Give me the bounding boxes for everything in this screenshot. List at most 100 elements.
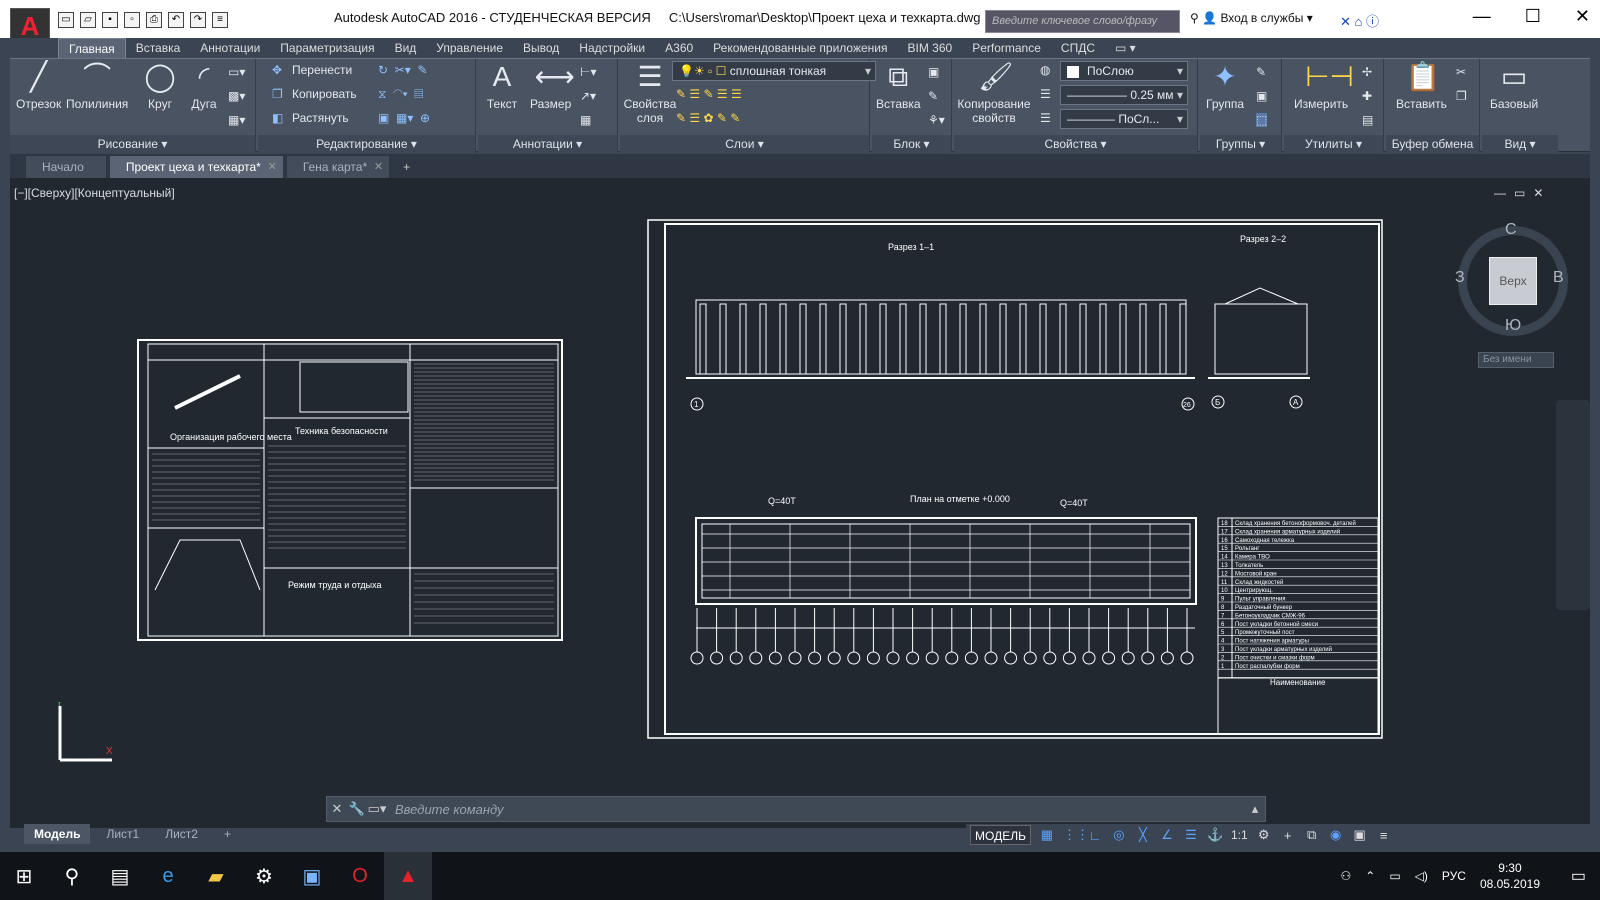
osnap-icon[interactable]: ╳: [1135, 827, 1151, 843]
navigation-bar[interactable]: [1556, 400, 1590, 610]
dimension-tool-button[interactable]: ⟷ Размер: [530, 61, 575, 111]
measure-button[interactable]: ⊢⊣ Измерить: [1294, 61, 1354, 111]
customize-icon[interactable]: ≡: [1376, 828, 1392, 843]
ribbon-tab[interactable]: A360: [655, 38, 703, 58]
hatch-icon[interactable]: ▩▾: [228, 89, 245, 103]
language-indicator[interactable]: РУС: [1442, 869, 1466, 883]
print-icon[interactable]: ⎙: [146, 12, 162, 28]
search-input[interactable]: Введите ключевое слово/фразу: [985, 10, 1180, 33]
isolate-icon[interactable]: ⧉: [1304, 827, 1320, 843]
help-icon[interactable]: ⓘ: [1366, 14, 1379, 29]
annotation-icon[interactable]: ⚓: [1207, 827, 1223, 843]
viewcube-north[interactable]: С: [1505, 221, 1517, 239]
match-properties-button[interactable]: 🖌 Копирование свойств: [956, 61, 1032, 125]
ribbon-tab[interactable]: Главная: [58, 38, 126, 58]
mirror-icon[interactable]: ⧖ ◠▾ ▤: [378, 87, 423, 102]
ribbon-tab[interactable]: Рекомендованные приложения: [703, 38, 897, 58]
block-attr-icon[interactable]: ⚘▾: [928, 113, 945, 127]
linear-dim-icon[interactable]: ⊢▾: [580, 65, 596, 79]
group-button[interactable]: ✦ Группа: [1206, 61, 1244, 111]
save-as-icon[interactable]: ▫: [124, 12, 140, 28]
a360-icon[interactable]: ⌂: [1355, 14, 1363, 29]
layer-combo[interactable]: 💡☀ ▫ ☐ сплошная тонкая: [672, 61, 876, 81]
cmd-history-icon[interactable]: ▴: [1245, 801, 1265, 817]
panel-label[interactable]: Свойства ▾: [954, 135, 1197, 153]
panel-label[interactable]: Рисование ▾: [10, 135, 255, 153]
layout-tab-model[interactable]: Модель: [24, 824, 91, 844]
polar-icon[interactable]: ◎: [1111, 827, 1127, 843]
layout-tab-sheet2[interactable]: Лист2: [155, 824, 208, 844]
redo-icon[interactable]: ↷: [190, 12, 206, 28]
paste-button[interactable]: 📋 Вставить: [1396, 61, 1447, 111]
clean-screen-icon[interactable]: ▣: [1352, 827, 1368, 843]
viewcube-top-face[interactable]: Верх: [1489, 257, 1537, 305]
copy-clip-icon[interactable]: ❐: [1456, 89, 1467, 103]
gradient-icon[interactable]: ▦▾: [228, 113, 245, 127]
layout-tab-sheet1[interactable]: Лист1: [96, 824, 149, 844]
save-icon[interactable]: ▪: [102, 12, 118, 28]
layer-tools-icon[interactable]: ✎ ☰ ✎ ☰ ☰: [676, 87, 742, 101]
login-button[interactable]: ⚲ 👤 Вход в службы ▾: [1190, 11, 1313, 25]
close-cmd-icon[interactable]: ✕: [327, 801, 347, 817]
network-icon[interactable]: ▭: [1389, 869, 1400, 883]
ribbon-tab[interactable]: Аннотации: [190, 38, 270, 58]
ribbon-minimize-icon[interactable]: ▭ ▾: [1105, 38, 1146, 58]
clock[interactable]: 9:30 08.05.2019: [1480, 860, 1540, 892]
panel-label[interactable]: Буфер обмена: [1386, 135, 1479, 153]
doc-tab-gena[interactable]: Гена карта* ✕: [286, 156, 390, 178]
scale-icon[interactable]: ▣ ▦▾ ⊕: [378, 111, 430, 125]
qat-menu-icon[interactable]: ≡: [212, 12, 228, 28]
minimize-icon[interactable]: —: [1473, 6, 1491, 27]
panel-label[interactable]: Вид ▾: [1482, 135, 1558, 153]
ribbon-tab[interactable]: Управление: [426, 38, 513, 58]
calculator-icon[interactable]: ▤: [1362, 113, 1373, 127]
panel-label[interactable]: Редактирование ▾: [258, 135, 475, 153]
block-create-icon[interactable]: ▣: [928, 65, 939, 79]
volume-icon[interactable]: ◁): [1415, 869, 1428, 883]
base-view-button[interactable]: ▭ Базовый: [1490, 61, 1538, 111]
lineweight-combo[interactable]: ————— 0.25 мм: [1060, 85, 1188, 105]
settings-icon[interactable]: ⚙: [1256, 827, 1272, 843]
exchange-icon[interactable]: ✕: [1340, 14, 1351, 29]
viewcube-south[interactable]: Ю: [1505, 317, 1521, 335]
close-tab-icon[interactable]: ✕: [268, 156, 277, 178]
point-icon[interactable]: ✢: [1362, 65, 1372, 79]
insert-block-button[interactable]: ⧉ Вставка: [876, 61, 921, 111]
autocad-taskbar-icon[interactable]: ▲: [384, 852, 432, 900]
notifications-icon[interactable]: ▭: [1571, 866, 1586, 886]
doc-tab-project[interactable]: Проект цеха и техкарта* ✕: [109, 156, 283, 178]
search-icon[interactable]: ⚲: [48, 852, 96, 900]
viewcube[interactable]: Верх С Ю З В: [1455, 221, 1568, 336]
drawing-canvas[interactable]: Организация рабочего места Техника безоп…: [10, 178, 1590, 828]
computer-icon[interactable]: ▣: [288, 852, 336, 900]
panel-label[interactable]: Утилиты ▾: [1284, 135, 1383, 153]
cut-icon[interactable]: ✂: [1456, 65, 1466, 79]
viewport-controls-label[interactable]: [−][Сверху][Концептуальный]: [14, 186, 175, 200]
polyline-tool-button[interactable]: ⌒ Полилиния: [66, 61, 128, 111]
panel-label[interactable]: Аннотации ▾: [478, 135, 617, 153]
rotate-icon[interactable]: ↻ ✂▾ ✎: [378, 63, 428, 77]
opera-icon[interactable]: O: [336, 852, 384, 900]
linetype-combo[interactable]: ———— ПоСл...: [1060, 109, 1188, 129]
color-combo[interactable]: ПоСлою: [1060, 61, 1188, 81]
line-tool-button[interactable]: ╱ Отрезок: [16, 61, 61, 111]
snap-icon[interactable]: ⋮⋮: [1063, 827, 1089, 843]
add-layout-button[interactable]: +: [214, 824, 241, 844]
ribbon-tab[interactable]: Вставка: [126, 38, 191, 58]
viewcube-east[interactable]: В: [1553, 269, 1564, 287]
viewport-window-controls[interactable]: —▭✕: [1494, 186, 1551, 200]
edge-icon[interactable]: e: [144, 852, 192, 900]
close-tab-icon[interactable]: ✕: [374, 156, 383, 178]
panel-label[interactable]: Блок ▾: [872, 135, 951, 153]
start-icon[interactable]: ⊞: [0, 852, 48, 900]
plus-icon[interactable]: +: [1280, 828, 1296, 843]
circle-tool-button[interactable]: ◯ Круг: [144, 61, 176, 111]
lineweight-icon[interactable]: ☰: [1040, 87, 1051, 101]
layer-properties-button[interactable]: ☰ Свойства слоя: [622, 61, 678, 125]
group-edit-icon[interactable]: ▣: [1256, 89, 1267, 103]
ribbon-tab[interactable]: СПДС: [1051, 38, 1105, 58]
move-button[interactable]: ✥ Перенести: [272, 63, 352, 77]
open-file-icon[interactable]: ▱: [80, 12, 96, 28]
ribbon-tab[interactable]: Performance: [962, 38, 1051, 58]
table-icon[interactable]: ▦: [580, 113, 591, 127]
